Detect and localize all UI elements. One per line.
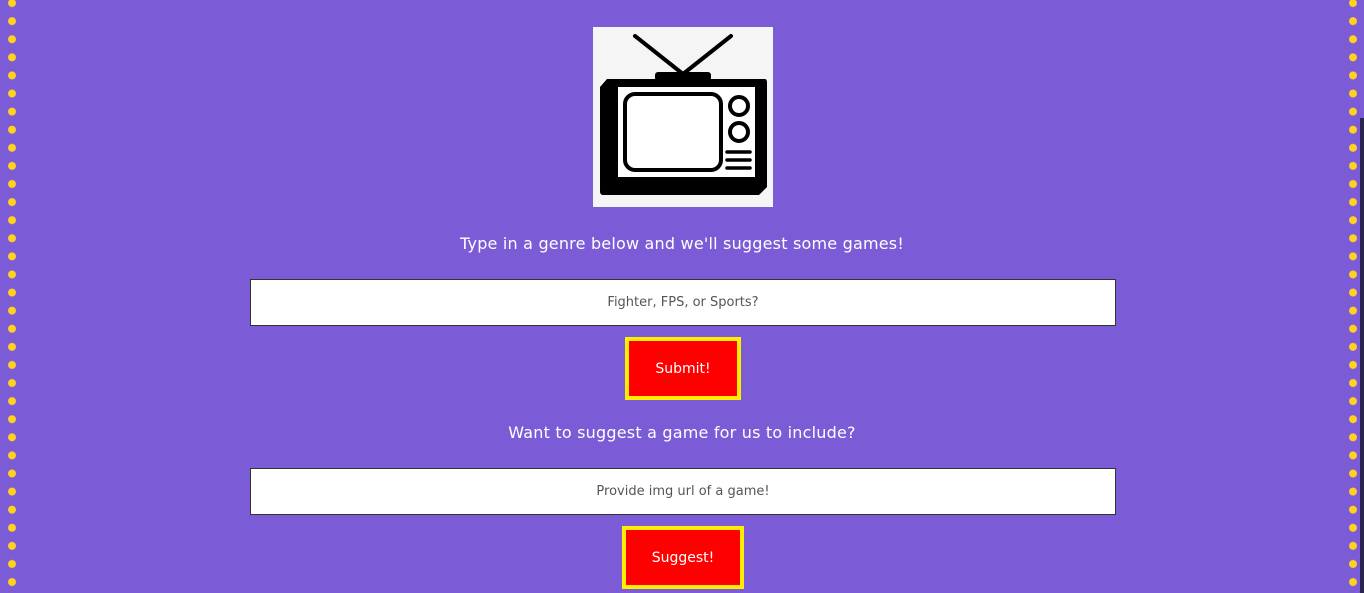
left-dot-border	[8, 0, 16, 593]
submit-button[interactable]: Submit!	[625, 337, 741, 400]
suggest-button[interactable]: Suggest!	[622, 526, 744, 589]
genre-input[interactable]	[250, 279, 1116, 326]
tv-logo	[593, 27, 773, 207]
scrollbar-edge[interactable]	[1360, 118, 1364, 593]
game-url-input[interactable]	[250, 468, 1116, 515]
suggest-prompt: Want to suggest a game for us to include…	[508, 423, 856, 442]
television-icon	[600, 34, 767, 195]
right-dot-border	[1349, 0, 1357, 593]
genre-prompt: Type in a genre below and we'll suggest …	[460, 234, 904, 253]
